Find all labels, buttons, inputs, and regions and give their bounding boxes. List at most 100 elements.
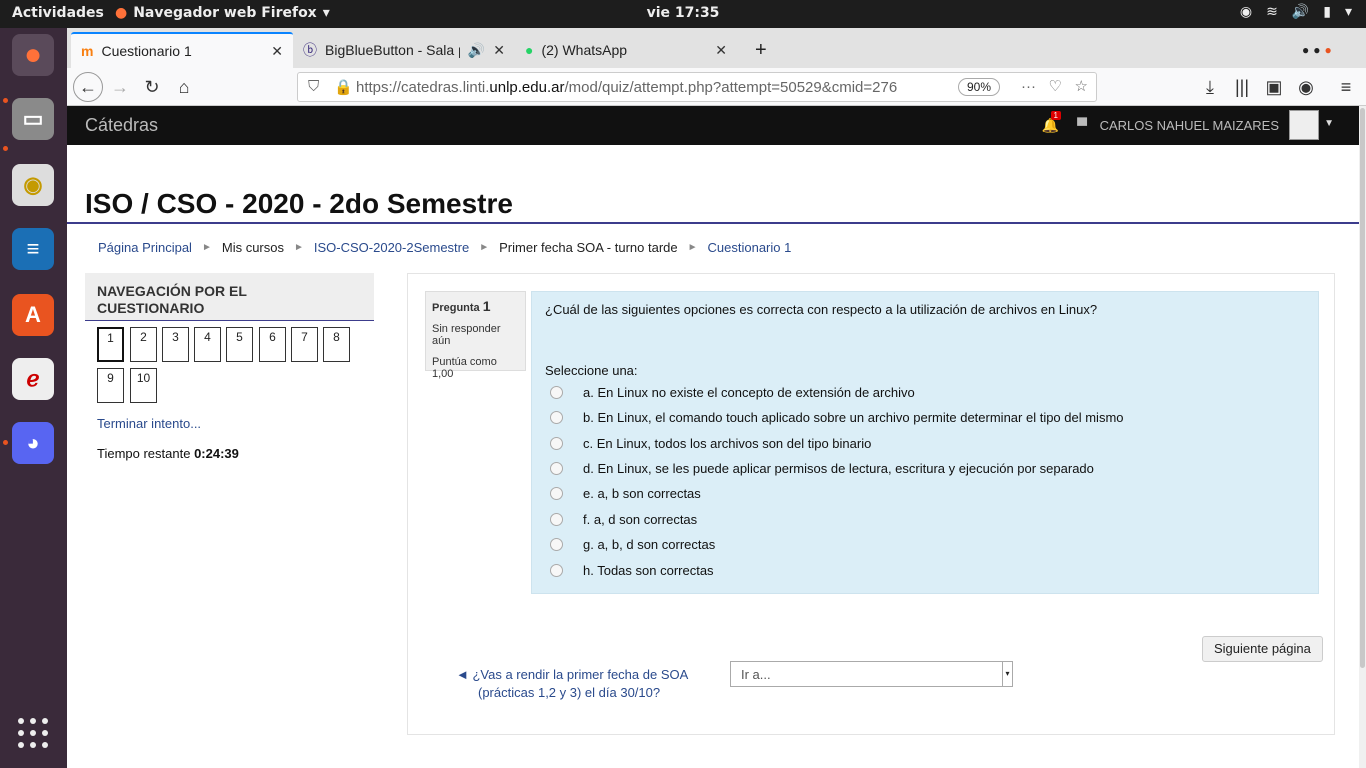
wifi-icon: ≋ bbox=[1266, 4, 1278, 20]
radio-button[interactable] bbox=[550, 411, 563, 424]
back-button[interactable]: ← bbox=[73, 72, 103, 102]
page-actions-icon[interactable]: ··· bbox=[1021, 78, 1036, 95]
window-controls: ● ● ● bbox=[1292, 32, 1342, 68]
messages-icon[interactable]: ▀ bbox=[1077, 117, 1087, 133]
show-applications-icon[interactable] bbox=[18, 718, 48, 748]
radio-button[interactable] bbox=[550, 437, 563, 450]
breadcrumb: Página Principal ► Mis cursos ► ISO-CSO-20… bbox=[98, 240, 791, 255]
pocket-icon[interactable]: ♡ bbox=[1049, 77, 1062, 95]
title-divider bbox=[67, 222, 1359, 224]
answer-option[interactable]: d. En Linux, se les puede aplicar permis… bbox=[550, 461, 1094, 476]
discord-launcher-icon[interactable]: ◕ bbox=[12, 422, 54, 464]
zoom-indicator[interactable]: 90% bbox=[957, 78, 1000, 96]
answer-option[interactable]: b. En Linux, el comando touch aplicado s… bbox=[550, 410, 1124, 425]
question-content: ¿Cuál de las siguientes opciones es corr… bbox=[531, 291, 1319, 594]
account-icon: ◉ bbox=[1298, 76, 1314, 97]
new-tab-button[interactable]: + bbox=[745, 32, 777, 68]
close-tab-icon[interactable]: ✕ bbox=[271, 43, 283, 60]
writer-launcher-icon[interactable]: ≡ bbox=[12, 228, 54, 270]
tab-bigbluebutton[interactable]: ⓑ BigBlueButton - Sala p 🔊 ✕ bbox=[293, 32, 515, 68]
question-nav-button[interactable]: 10 bbox=[130, 368, 157, 403]
answer-option[interactable]: a. En Linux no existe el concepto de ext… bbox=[550, 385, 915, 400]
question-nav-button[interactable]: 5 bbox=[226, 327, 253, 362]
question-nav-button[interactable]: 7 bbox=[291, 327, 318, 362]
library-button[interactable]: ||| bbox=[1227, 72, 1257, 102]
close-tab-icon[interactable]: ✕ bbox=[493, 42, 505, 59]
chevron-down-icon: ▾ bbox=[1002, 662, 1012, 686]
tab-cuestionario[interactable]: m Cuestionario 1 ✕ bbox=[71, 32, 293, 68]
firefox-launcher-icon[interactable]: ● bbox=[12, 34, 54, 76]
answer-option[interactable]: c. En Linux, todos los archivos son del … bbox=[550, 436, 871, 451]
sidebar-button[interactable]: ▣ bbox=[1259, 72, 1289, 102]
radio-button[interactable] bbox=[550, 487, 563, 500]
quiz-navigation-heading: NAVEGACIÓN POR EL CUESTIONARIO bbox=[85, 273, 374, 321]
finish-attempt-link[interactable]: Terminar intento... bbox=[97, 416, 201, 431]
bookmark-star-icon[interactable]: ☆ bbox=[1075, 77, 1088, 95]
previous-activity-link[interactable]: ◄ ¿Vas a rendir la primer fecha de SOA (p… bbox=[456, 666, 688, 702]
battery-icon: ▮ bbox=[1323, 4, 1331, 20]
notification-badge: 1 bbox=[1050, 111, 1061, 120]
next-page-button[interactable]: Siguiente página bbox=[1202, 636, 1323, 662]
question-nav-button[interactable]: 1 bbox=[97, 327, 124, 362]
minimize-icon[interactable]: ● bbox=[1302, 43, 1309, 57]
radio-button[interactable] bbox=[550, 513, 563, 526]
downloads-button[interactable]: ⤓ bbox=[1195, 72, 1225, 102]
sidebar-icon: ▣ bbox=[1265, 76, 1283, 97]
plus-icon: + bbox=[755, 38, 767, 61]
clock[interactable]: vie 17:35 bbox=[0, 5, 1366, 21]
breadcrumb-separator-icon: ► bbox=[293, 242, 304, 253]
radio-button[interactable] bbox=[550, 386, 563, 399]
question-nav-button[interactable]: 2 bbox=[130, 327, 157, 362]
rhythmbox-launcher-icon[interactable]: ◉ bbox=[12, 164, 54, 206]
files-launcher-icon[interactable]: ▭ bbox=[12, 98, 54, 140]
radio-button[interactable] bbox=[550, 538, 563, 551]
breadcrumb-separator-icon: ► bbox=[201, 242, 212, 253]
chevron-down-icon[interactable]: ▼ bbox=[1324, 118, 1334, 129]
system-tray[interactable]: ◉ ≋ 🔊 ▮ ▾ bbox=[1240, 4, 1352, 20]
close-tab-icon[interactable]: ✕ bbox=[715, 42, 727, 59]
speaker-icon[interactable]: 🔊 bbox=[468, 42, 485, 59]
account-button[interactable]: ◉ bbox=[1291, 72, 1321, 102]
menu-button[interactable]: ≡ bbox=[1331, 72, 1361, 102]
discord-tray-icon[interactable]: ◉ bbox=[1240, 4, 1252, 20]
breadcrumb-home[interactable]: Página Principal bbox=[98, 240, 192, 255]
breadcrumb-quiz[interactable]: Cuestionario 1 bbox=[708, 240, 792, 255]
quiz-main-region: Pregunta 1 Sin responder aún Puntúa como… bbox=[407, 273, 1335, 735]
question-nav-button[interactable]: 3 bbox=[162, 327, 189, 362]
answer-option[interactable]: h. Todas son correctas bbox=[550, 563, 714, 578]
whatsapp-favicon-icon: ● bbox=[525, 42, 534, 58]
running-indicator bbox=[3, 146, 8, 151]
site-brand[interactable]: Cátedras bbox=[85, 115, 158, 136]
radio-button[interactable] bbox=[550, 462, 563, 475]
breadcrumb-course[interactable]: ISO-CSO-2020-2Semestre bbox=[314, 240, 469, 255]
question-nav-button[interactable]: 6 bbox=[259, 327, 286, 362]
answer-option[interactable]: f. a, d son correctas bbox=[550, 512, 697, 527]
answer-option[interactable]: e. a, b son correctas bbox=[550, 486, 701, 501]
scrollbar-thumb[interactable] bbox=[1360, 108, 1365, 668]
moodle-favicon-icon: m bbox=[81, 43, 94, 59]
chevron-down-icon: ▾ bbox=[1344, 4, 1352, 20]
question-nav-button[interactable]: 9 bbox=[97, 368, 124, 403]
maximize-icon[interactable]: ● bbox=[1313, 43, 1320, 57]
web-page: Cátedras 🔔 1 ▀ CARLOS NAHUEL MAIZARES ▼ … bbox=[67, 106, 1359, 768]
jump-to-select[interactable]: Ir a... ▾ bbox=[730, 661, 1013, 687]
time-remaining: Tiempo restante 0:24:39 bbox=[97, 446, 239, 461]
software-launcher-icon[interactable]: A bbox=[12, 294, 54, 336]
answer-option[interactable]: g. a, b, d son correctas bbox=[550, 537, 715, 552]
user-name[interactable]: CARLOS NAHUEL MAIZARES bbox=[1100, 118, 1279, 133]
page-scrollbar[interactable] bbox=[1359, 106, 1366, 768]
reload-button[interactable]: ↻ bbox=[137, 72, 167, 102]
quiz-navigation-block: NAVEGACIÓN POR EL CUESTIONARIO 1 2 3 4 5 … bbox=[85, 273, 374, 478]
tab-whatsapp[interactable]: ● (2) WhatsApp ✕ bbox=[515, 32, 737, 68]
volume-icon: 🔊 bbox=[1291, 4, 1310, 20]
close-window-icon[interactable]: ● bbox=[1325, 43, 1332, 57]
question-nav-button[interactable]: 8 bbox=[323, 327, 350, 362]
url-bar[interactable]: ⛉ 🔒 https://catedras.linti. unlp.edu.ar/m… bbox=[297, 72, 1097, 102]
forward-button[interactable]: → bbox=[105, 72, 135, 102]
question-nav-button[interactable]: 4 bbox=[194, 327, 221, 362]
radio-button[interactable] bbox=[550, 564, 563, 577]
hamburger-menu-icon: ≡ bbox=[1340, 76, 1352, 97]
home-button[interactable]: ⌂ bbox=[169, 72, 199, 102]
document-viewer-launcher-icon[interactable]: ℯ bbox=[12, 358, 54, 400]
avatar[interactable] bbox=[1289, 110, 1319, 140]
